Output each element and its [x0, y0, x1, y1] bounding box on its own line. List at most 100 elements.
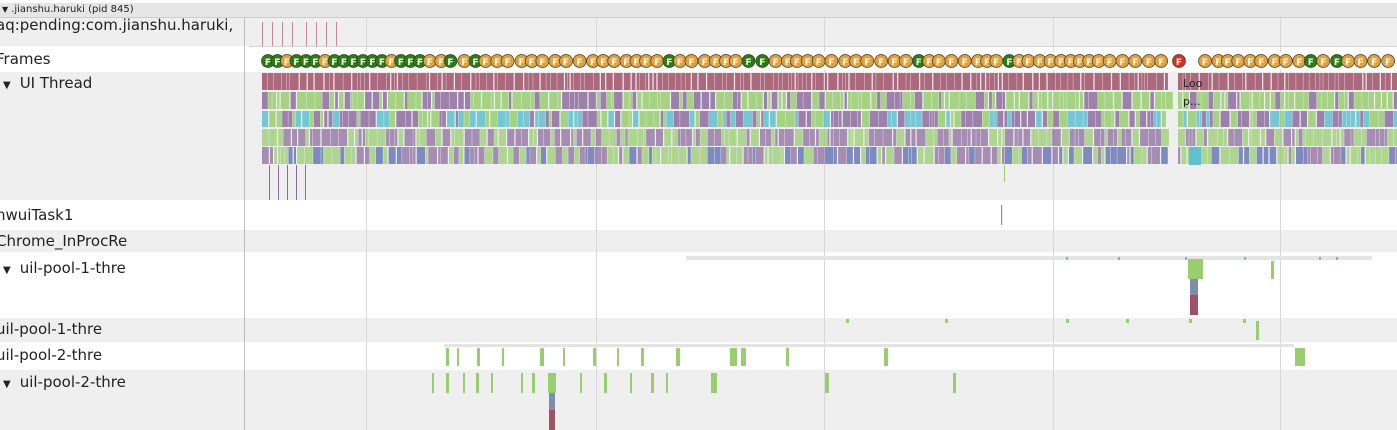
- ui-thread-slice[interactable]: [848, 129, 851, 146]
- ui-thread-slice[interactable]: [929, 111, 932, 127]
- ui-thread-slice[interactable]: [1130, 147, 1134, 164]
- frame-marker[interactable]: F: [1102, 54, 1117, 69]
- ui-thread-slice[interactable]: [1308, 111, 1316, 127]
- ui-thread-slice[interactable]: [1338, 92, 1345, 109]
- ui-thread-slice[interactable]: [487, 129, 494, 146]
- uil-pool-2b-slice[interactable]: [549, 410, 555, 430]
- ui-thread-slice[interactable]: [707, 147, 715, 164]
- ui-thread-slice[interactable]: [1320, 73, 1323, 90]
- ui-thread-slice[interactable]: [509, 111, 518, 127]
- ui-thread-slice[interactable]: [438, 147, 441, 164]
- frame-marker[interactable]: F: [1142, 54, 1156, 69]
- ui-thread-slice[interactable]: [1291, 147, 1295, 164]
- ui-thread-slice[interactable]: [370, 73, 378, 90]
- ui-thread-slice[interactable]: [576, 129, 583, 146]
- ui-thread-slice[interactable]: [750, 129, 759, 146]
- ui-thread-slice[interactable]: [309, 111, 314, 127]
- ui-thread-slice[interactable]: [478, 147, 485, 164]
- uil-pool-2b-slice[interactable]: [711, 373, 717, 393]
- ui-thread-slice[interactable]: [1114, 129, 1118, 146]
- frame-marker[interactable]: F: [1367, 54, 1382, 69]
- ui-thread-slice[interactable]: [886, 147, 894, 164]
- ui-thread-slice[interactable]: [730, 147, 737, 164]
- ui-thread-slice[interactable]: [472, 129, 480, 146]
- ui-thread-slice[interactable]: [923, 92, 932, 109]
- ui-thread-slice[interactable]: [413, 129, 416, 146]
- ui-thread-slice[interactable]: [637, 92, 642, 109]
- ui-thread-slice[interactable]: [588, 111, 597, 127]
- ui-thread-slice[interactable]: [656, 129, 664, 146]
- ui-thread-slice[interactable]: [721, 129, 725, 146]
- ui-thread-slice[interactable]: [1375, 129, 1379, 146]
- frame-marker[interactable]: F: [957, 54, 972, 69]
- ui-thread-slice[interactable]: [887, 111, 892, 127]
- ui-thread-slice[interactable]: [335, 92, 338, 109]
- ui-thread-slice[interactable]: [386, 73, 391, 90]
- ui-thread-slice[interactable]: [550, 129, 555, 146]
- counter-bar[interactable]: [272, 22, 273, 46]
- ui-thread-slice[interactable]: [892, 111, 897, 127]
- ui-thread-slice[interactable]: [707, 129, 715, 146]
- ui-thread-slice[interactable]: [825, 92, 833, 109]
- ui-thread-slice[interactable]: [819, 92, 825, 109]
- ui-thread-slice[interactable]: [601, 129, 610, 146]
- ui-thread-slice[interactable]: [681, 73, 686, 90]
- ui-thread-slice[interactable]: [297, 147, 305, 164]
- ui-thread-slice[interactable]: [997, 147, 1001, 164]
- ui-thread-slice[interactable]: [1322, 129, 1332, 146]
- ui-thread-slice[interactable]: [1387, 129, 1394, 146]
- ui-thread-slice[interactable]: [726, 73, 734, 90]
- track-label-hwui[interactable]: hwuiTask1: [0, 206, 73, 224]
- ui-thread-slice[interactable]: [687, 92, 694, 109]
- ui-thread-slice[interactable]: [432, 92, 435, 109]
- ui-thread-slice[interactable]: [378, 129, 386, 146]
- ui-thread-slice[interactable]: [389, 129, 395, 146]
- ui-thread-slice[interactable]: [850, 111, 858, 127]
- ui-thread-slice[interactable]: [1186, 129, 1189, 146]
- ui-thread-slice[interactable]: [1011, 111, 1015, 127]
- ui-thread-slice[interactable]: [977, 73, 981, 90]
- ui-thread-slice[interactable]: [1087, 111, 1096, 127]
- process-header[interactable]: ▼ .jianshu.haruki (pid 845): [0, 3, 1397, 18]
- ui-thread-slice[interactable]: [1292, 129, 1295, 146]
- ui-thread-slice[interactable]: [611, 92, 614, 109]
- counter-bar[interactable]: [316, 22, 317, 46]
- track-label-uil-pool-2-a[interactable]: uil-pool-2-thre: [0, 346, 102, 364]
- ui-thread-slice[interactable]: [902, 147, 909, 164]
- ui-thread-slice[interactable]: [1014, 111, 1021, 127]
- ui-thread-slice[interactable]: [656, 147, 661, 164]
- ui-thread-slice[interactable]: [631, 73, 636, 90]
- ui-thread-slice[interactable]: [743, 111, 753, 127]
- ui-thread-slice[interactable]: [302, 111, 310, 127]
- ui-thread-slice[interactable]: [1357, 147, 1361, 164]
- ui-thread-slice[interactable]: [763, 92, 768, 109]
- frame-marker[interactable]: F: [572, 54, 587, 69]
- ui-thread-slice[interactable]: [1112, 111, 1115, 127]
- ui-thread-slice[interactable]: [387, 92, 396, 109]
- ui-thread-slice[interactable]: [636, 73, 640, 90]
- ui-thread-slice[interactable]: [384, 111, 390, 127]
- ui-thread-slice[interactable]: [813, 147, 818, 164]
- ui-thread-slice[interactable]: [1047, 73, 1056, 90]
- ui-thread-slice[interactable]: [642, 92, 650, 109]
- ui-thread-slice[interactable]: [543, 129, 551, 146]
- ui-thread-slice[interactable]: [1322, 147, 1330, 164]
- uil-pool-2-slice[interactable]: [457, 348, 459, 366]
- frame-marker[interactable]: F: [559, 54, 573, 69]
- ui-thread-slice[interactable]: [893, 129, 897, 146]
- uil-pool-2-span[interactable]: [444, 344, 1294, 347]
- ui-thread-slice[interactable]: [1183, 111, 1187, 127]
- ui-thread-slice[interactable]: [1263, 147, 1269, 164]
- ui-thread-slice[interactable]: [752, 111, 757, 127]
- frame-marker[interactable]: F: [673, 54, 687, 69]
- ui-thread-slice[interactable]: [1283, 129, 1291, 146]
- uil-pool-2-slice[interactable]: [676, 348, 680, 366]
- ui-thread-slice[interactable]: [795, 73, 798, 90]
- ui-thread-slice[interactable]: [350, 92, 353, 109]
- ui-thread-slice[interactable]: [1038, 129, 1047, 146]
- ui-thread-slice[interactable]: [464, 92, 471, 109]
- ui-thread-slice[interactable]: [1292, 111, 1300, 127]
- ui-thread-slice[interactable]: [1354, 92, 1362, 109]
- ui-thread-slice[interactable]: [833, 111, 839, 127]
- ui-thread-slice[interactable]: [425, 147, 428, 164]
